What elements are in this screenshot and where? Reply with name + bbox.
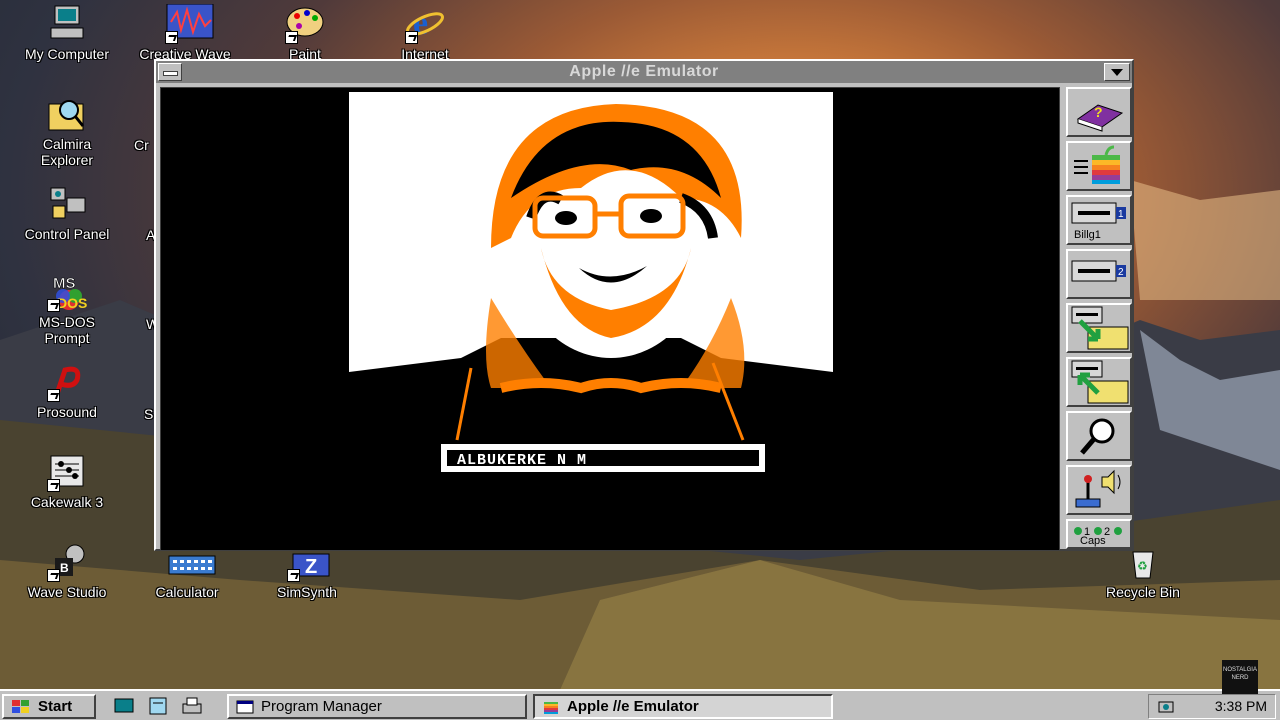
debugger-button[interactable] (1066, 411, 1132, 461)
help-book-icon: ? (1076, 104, 1124, 132)
system-tray: 3:38 PM (1148, 694, 1276, 719)
svg-text:B: B (60, 561, 69, 575)
desktop-icon-label: MS-DOS Prompt (39, 314, 95, 346)
reset-apple-button[interactable] (1066, 141, 1132, 191)
program-manager-icon (236, 700, 254, 714)
emulator-display[interactable]: ALBUKERKE N M (160, 87, 1060, 551)
network-icon[interactable] (1155, 696, 1177, 716)
disk-save-icon (1071, 306, 1129, 350)
svg-text:Z: Z (305, 556, 317, 578)
quick-launch-bar (108, 695, 218, 718)
desktop-icon-prosound[interactable]: Prosound (12, 362, 122, 420)
apple-logo-icon (1074, 145, 1120, 184)
svg-text:DOS: DOS (57, 295, 87, 311)
mugshot-caption: ALBUKERKE N M (457, 452, 587, 469)
desktop-icon-label: Recycle Bin (1106, 584, 1180, 600)
desktop-icon-label: SimSynth (277, 584, 337, 600)
my-computer-icon (47, 4, 87, 44)
desktop-icon-control-panel[interactable]: Control Panel (12, 184, 122, 242)
desktop-icon-internet[interactable]: e Internet (370, 4, 480, 62)
emulator-window[interactable]: Apple //e Emulator ALBUKERKE N M ? 1 Bil… (154, 59, 1134, 551)
status-leds-panel: 12 Caps (1066, 519, 1132, 549)
svg-text:1: 1 (1118, 209, 1124, 220)
desktop-icon-label: Cakewalk 3 (30, 494, 104, 510)
drive-1-disk-label: Billg1 (1074, 229, 1101, 241)
disk-load-icon (1071, 360, 1129, 404)
disk-drive-1-button[interactable]: 1 Billg1 (1066, 195, 1132, 245)
svg-text:2: 2 (1118, 267, 1124, 278)
save-disk-button[interactable] (1066, 303, 1132, 353)
help-book-button[interactable]: ? (1066, 87, 1132, 137)
caps-lock-indicator: Caps (1080, 535, 1106, 547)
desktop-icon[interactable] (112, 695, 136, 717)
desktop-icon-wave-studio[interactable]: B Wave Studio (12, 542, 122, 600)
wave-editor-icon (165, 3, 214, 44)
start-button[interactable]: Start (2, 694, 96, 719)
desktop-icon-cakewalk[interactable]: Cakewalk 3 (12, 452, 122, 510)
task-program-manager[interactable]: Program Manager (227, 694, 527, 719)
disk-drive-icon: 2 (1071, 260, 1126, 282)
minimize-button[interactable] (1104, 63, 1130, 81)
desktop-icon-label: My Computer (24, 46, 110, 62)
control-panel-icon (47, 184, 87, 224)
desktop-icon-creative-wave[interactable]: Creative Wave (130, 3, 240, 62)
channel-watermark: NOSTALGIA NERD (1222, 660, 1258, 694)
printer-icon[interactable] (180, 695, 204, 717)
load-disk-button[interactable] (1066, 357, 1132, 407)
desktop-icon-label: Wave Studio (27, 584, 107, 600)
desktop-icon-paint[interactable]: Paint (250, 4, 360, 62)
task-apple-emulator[interactable]: Apple //e Emulator (533, 694, 833, 719)
wave-studio-icon: B (47, 542, 87, 582)
svg-text:?: ? (1094, 104, 1103, 120)
watermark-text: NOSTALGIA NERD (1223, 667, 1257, 681)
desktop-icon-label: Control Panel (24, 226, 110, 242)
prosound-icon (47, 362, 87, 402)
magnifier-folder-icon (47, 94, 87, 134)
ms-dos-icon: MS DOS (47, 272, 87, 312)
notepad-icon[interactable] (146, 695, 170, 717)
magnifier-icon (1080, 418, 1115, 455)
emulator-toolbar: ? 1 Billg1 2 12 Caps (1064, 83, 1134, 551)
svg-text:♻: ♻ (1137, 559, 1148, 573)
desktop-icon-label: Prosound (37, 404, 97, 420)
desktop-icon-label: Calmira Explorer (40, 136, 94, 168)
task-label: Apple //e Emulator (567, 698, 699, 715)
apple-logo-icon (544, 702, 558, 714)
task-label: Program Manager (261, 698, 382, 715)
window-title: Apple //e Emulator (569, 63, 719, 80)
title-bar[interactable]: Apple //e Emulator (156, 61, 1132, 83)
mugshot-image: ALBUKERKE N M (349, 92, 833, 550)
cakewalk-icon (47, 452, 87, 492)
windows-logo-icon (12, 700, 29, 713)
internet-explorer-icon: e (405, 4, 445, 44)
taskbar: Start Program Manager Apple //e Emulator… (0, 689, 1280, 720)
paint-palette-icon (285, 4, 325, 44)
desktop-icon-label: Calculator (155, 584, 219, 600)
desktop-icon-calmira-explorer[interactable]: Calmira Explorer (12, 94, 122, 168)
hidden-icon-label: Cr (134, 137, 149, 153)
desktop-icon-my-computer[interactable]: My Computer (12, 4, 122, 62)
joystick-speaker-icon (1075, 469, 1121, 508)
start-label: Start (38, 698, 73, 715)
settings-button[interactable] (1066, 465, 1132, 515)
clock[interactable]: 3:38 PM (1215, 698, 1267, 714)
desktop-icon-ms-dos[interactable]: MS DOS MS-DOS Prompt (12, 272, 122, 346)
disk-drive-2-button[interactable]: 2 (1066, 249, 1132, 299)
